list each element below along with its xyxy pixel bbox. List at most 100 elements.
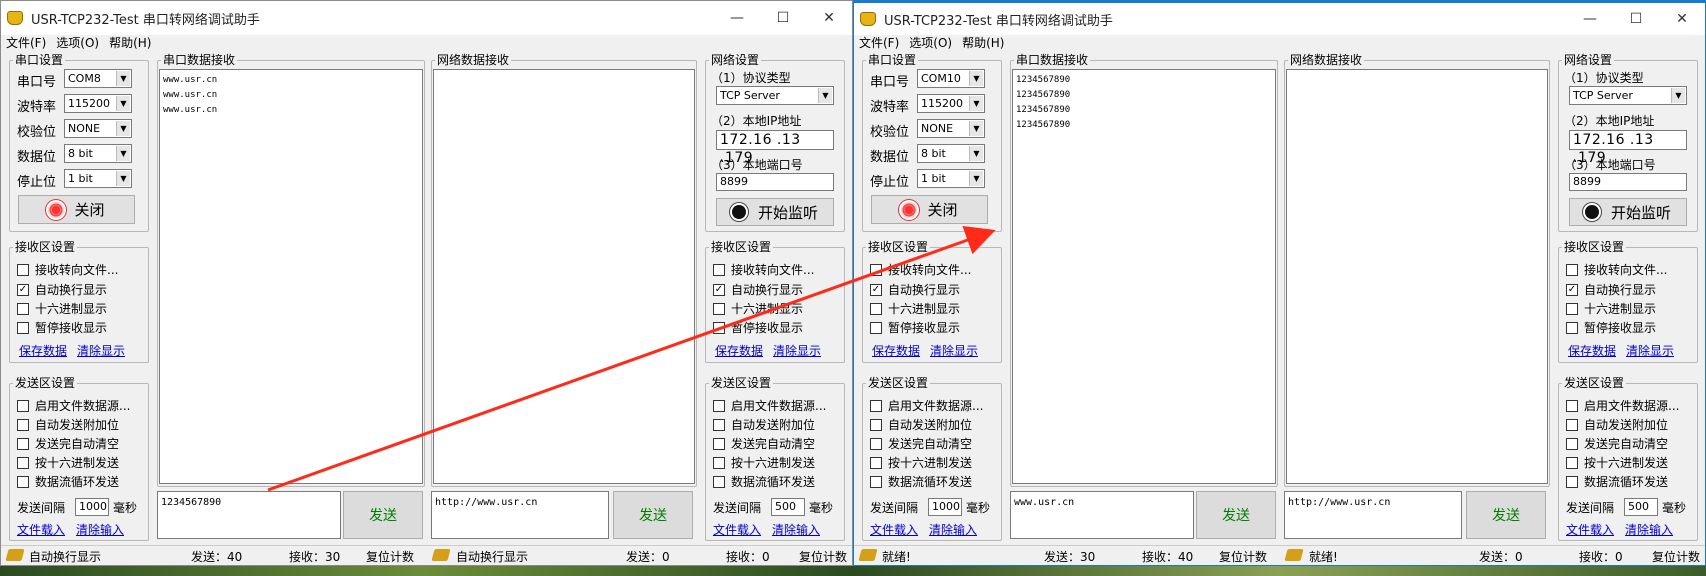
ip-input[interactable]: 172.16 .13 .179 [716,130,834,166]
checkbox[interactable] [870,475,882,488]
protocol-select[interactable]: TCP Server ▼ [1569,86,1687,105]
recv-option-pause[interactable]: 暂停接收显示 [870,319,960,336]
port-select[interactable]: COM8 ▼ [64,69,132,88]
checkbox[interactable] [17,321,29,334]
save-data-link[interactable]: 保存数据 [19,342,67,359]
recv-option-pause[interactable]: 暂停接收显示 [713,319,803,336]
checkbox[interactable] [713,475,725,488]
clear-display-link[interactable]: 清除显示 [930,342,978,359]
checkbox[interactable] [17,302,29,315]
send-option-append[interactable]: 自动发送附加位 [1566,416,1668,433]
clear-display-link[interactable]: 清除显示 [77,342,125,359]
send-option-hex[interactable]: 按十六进制发送 [17,454,119,471]
start-listen-button[interactable]: 开始监听 [716,198,834,226]
checkbox[interactable] [870,321,882,334]
recv-option-file[interactable]: 接收转向文件... [713,261,814,278]
checkbox[interactable] [713,418,725,431]
checkbox[interactable] [870,437,882,450]
recv-option-pause[interactable]: 暂停接收显示 [17,319,107,336]
file-load-link[interactable]: 文件载入 [17,521,65,538]
net-send-input[interactable]: http://www.usr.cn [431,491,609,539]
checkbox[interactable] [1566,399,1578,412]
minimize-icon[interactable]: — [714,1,760,35]
net-port-input[interactable]: 8899 [1569,173,1687,191]
checkbox[interactable]: ✓ [870,283,882,296]
recv-option-wrap[interactable]: ✓ 自动换行显示 [713,281,803,298]
send-option-file[interactable]: 启用文件数据源... [713,397,826,414]
checkbox[interactable] [1566,475,1578,488]
checkbox[interactable] [870,302,882,315]
serial-recv-textarea[interactable]: 1234567890 1234567890 1234567890 1234567… [1012,69,1276,484]
ip-input[interactable]: 172.16 .13 .179 [1569,130,1687,166]
checkbox[interactable] [713,263,725,276]
checkbox[interactable] [1566,321,1578,334]
reset-count-net-button[interactable]: 复位计数 [799,548,847,565]
net-send-button[interactable]: 发送 [613,491,693,539]
clear-input-link[interactable]: 清除输入 [929,521,977,538]
send-option-hex[interactable]: 按十六进制发送 [1566,454,1668,471]
interval-input[interactable]: 500 [771,498,805,516]
recv-option-file[interactable]: 接收转向文件... [17,261,118,278]
checkbox[interactable] [713,302,725,315]
menu-file[interactable]: 文件(F) [1,35,51,53]
save-data-link[interactable]: 保存数据 [872,342,920,359]
clear-display-link[interactable]: 清除显示 [773,342,821,359]
checkbox[interactable] [17,399,29,412]
checkbox[interactable] [17,475,29,488]
checkbox[interactable]: ✓ [713,283,725,296]
send-option-file[interactable]: 启用文件数据源... [17,397,130,414]
send-option-append[interactable]: 自动发送附加位 [870,416,972,433]
serial-close-button[interactable]: 关闭 [18,195,135,224]
close-icon[interactable]: ✕ [1659,2,1705,36]
checkbox[interactable] [1566,263,1578,276]
menu-help[interactable]: 帮助(H) [957,35,1009,53]
send-option-loop[interactable]: 数据流循环发送 [870,473,972,490]
checkbox[interactable]: ✓ [17,283,29,296]
recv-option-file[interactable]: 接收转向文件... [870,261,971,278]
checkbox[interactable] [17,418,29,431]
checkbox[interactable] [713,399,725,412]
databits-select[interactable]: 8 bit ▼ [64,144,132,163]
recv-option-pause[interactable]: 暂停接收显示 [1566,319,1656,336]
reset-count-net-button[interactable]: 复位计数 [1652,548,1700,565]
reset-count-button[interactable]: 复位计数 [366,548,414,565]
close-icon[interactable]: ✕ [806,1,852,35]
send-option-clear[interactable]: 发送完自动清空 [1566,435,1668,452]
checkbox[interactable] [713,437,725,450]
parity-select[interactable]: NONE ▼ [64,119,132,138]
checkbox[interactable] [713,321,725,334]
net-recv-textarea[interactable] [1286,69,1548,484]
file-load-link[interactable]: 文件载入 [713,521,761,538]
checkbox[interactable]: ✓ [1566,283,1578,296]
stopbits-select[interactable]: 1 bit ▼ [917,169,985,188]
save-data-link[interactable]: 保存数据 [715,342,763,359]
menu-options[interactable]: 选项(O) [51,35,104,53]
net-recv-textarea[interactable] [433,69,695,484]
recv-option-wrap[interactable]: ✓ 自动换行显示 [17,281,107,298]
recv-option-wrap[interactable]: ✓ 自动换行显示 [870,281,960,298]
port-select[interactable]: COM10 ▼ [917,69,985,88]
clear-input-link[interactable]: 清除输入 [772,521,820,538]
baud-select[interactable]: 115200 ▼ [917,94,985,113]
send-option-append[interactable]: 自动发送附加位 [17,416,119,433]
maximize-icon[interactable]: ☐ [760,1,806,35]
recv-option-hex[interactable]: 十六进制显示 [870,300,960,317]
protocol-select[interactable]: TCP Server ▼ [716,86,834,105]
interval-input[interactable]: 500 [1624,498,1658,516]
parity-select[interactable]: NONE ▼ [917,119,985,138]
send-option-hex[interactable]: 按十六进制发送 [713,454,815,471]
recv-option-file[interactable]: 接收转向文件... [1566,261,1667,278]
checkbox[interactable] [1566,418,1578,431]
clear-display-link[interactable]: 清除显示 [1626,342,1674,359]
serial-close-button[interactable]: 关闭 [871,195,988,224]
checkbox[interactable] [17,456,29,469]
send-option-loop[interactable]: 数据流循环发送 [17,473,119,490]
send-option-file[interactable]: 启用文件数据源... [870,397,983,414]
net-send-button[interactable]: 发送 [1466,491,1546,539]
send-option-file[interactable]: 启用文件数据源... [1566,397,1679,414]
send-option-append[interactable]: 自动发送附加位 [713,416,815,433]
stopbits-select[interactable]: 1 bit ▼ [64,169,132,188]
checkbox[interactable] [870,263,882,276]
checkbox[interactable] [17,263,29,276]
send-option-loop[interactable]: 数据流循环发送 [1566,473,1668,490]
